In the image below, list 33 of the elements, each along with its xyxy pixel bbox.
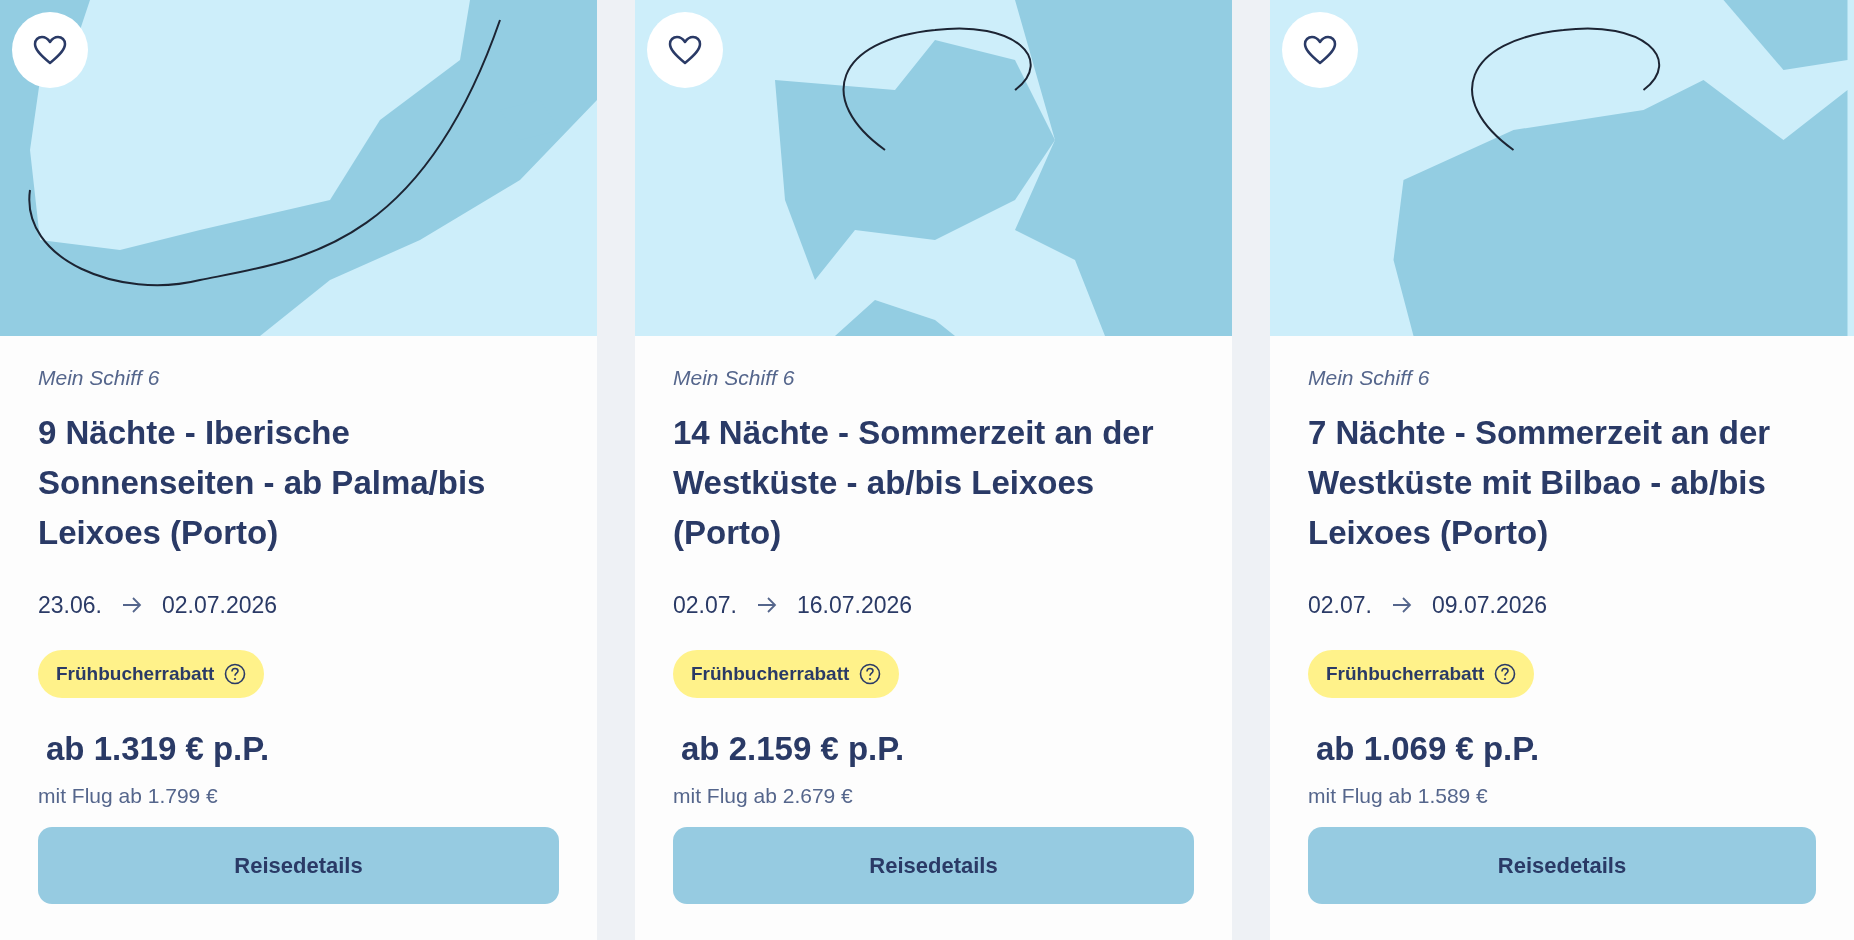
price-text: ab 1.069 € p.P.: [1316, 729, 1540, 769]
price-text: ab 2.159 € p.P.: [681, 729, 905, 769]
arrow-icon: [1391, 595, 1412, 614]
ship-name: Mein Schiff 6: [673, 365, 795, 391]
price-text: ab 1.319 € p.P.: [46, 729, 270, 769]
cruise-title: 14 Nächte - Sommerzeit an der Westküste - ab/bis Leixoes (Porto): [673, 412, 1155, 553]
arrow-icon: [121, 595, 142, 614]
heart-icon: [1303, 35, 1337, 65]
discount-badge[interactable]: Frühbucherrabatt: [1308, 650, 1535, 698]
cruise-title: 9 Nächte - Iberische Sonnenseiten - ab Palma/bis Leixoes (Porto): [38, 412, 487, 553]
help-icon: [1494, 663, 1517, 685]
ship-name: Mein Schiff 6: [1308, 365, 1430, 391]
cruise-title: 7 Nächte - Sommerzeit an der Westküste mit Bilbao - ab/bis Leixoes (Porto): [1308, 412, 1772, 553]
heart-icon: [33, 35, 67, 65]
help-icon: [859, 663, 882, 685]
arrow-icon: [756, 595, 777, 614]
start-date: 02.07.: [1308, 590, 1372, 620]
details-button[interactable]: Reisedetails: [1308, 827, 1816, 904]
flight-price-text: mit Flug ab 1.589 €: [1308, 782, 1488, 809]
details-button[interactable]: Reisedetails: [673, 827, 1194, 904]
discount-badge[interactable]: Frühbucherrabatt: [38, 650, 265, 698]
start-date: 02.07.: [673, 590, 737, 620]
details-button[interactable]: Reisedetails: [38, 827, 559, 904]
discount-badge[interactable]: Frühbucherrabatt: [673, 650, 900, 698]
ship-name: Mein Schiff 6: [38, 365, 160, 391]
end-date: 16.07.2026: [796, 590, 913, 620]
flight-price-text: mit Flug ab 2.679 €: [673, 782, 853, 809]
flight-price-text: mit Flug ab 1.799 €: [38, 782, 218, 809]
heart-icon: [668, 35, 702, 65]
help-icon: [224, 663, 247, 685]
start-date: 23.06.: [38, 590, 102, 620]
end-date: 02.07.2026: [161, 590, 278, 620]
end-date: 09.07.2026: [1431, 590, 1548, 620]
